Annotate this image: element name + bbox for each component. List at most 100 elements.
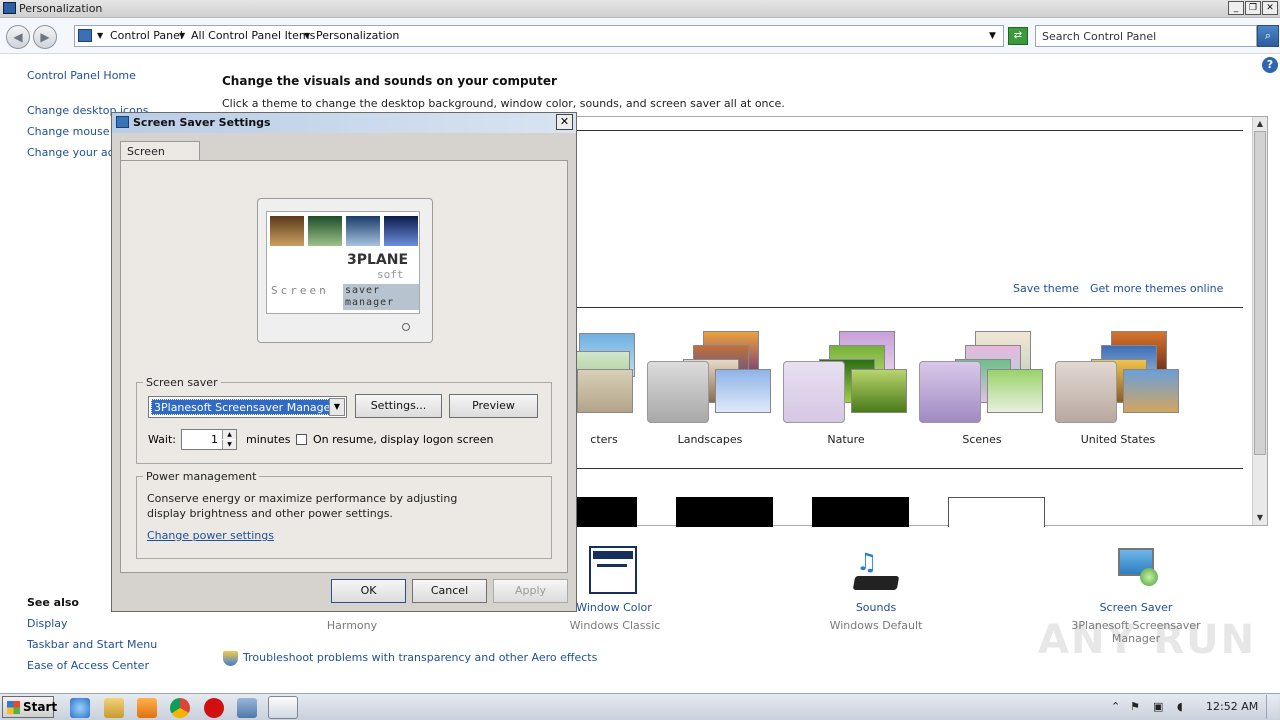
theme-preview-basic[interactable] (577, 497, 637, 527)
breadcrumb-control-panel[interactable]: Control Panel (110, 29, 183, 42)
show-desktop-button[interactable] (1266, 695, 1278, 719)
screen-saver-icon[interactable] (1114, 546, 1164, 596)
window-color-icon[interactable] (589, 546, 637, 594)
breadcrumb-personalization[interactable]: Personalization (316, 29, 399, 42)
screen-saver-select-value: 3Planesoft Screensaver Manager (151, 399, 338, 415)
chrome-icon[interactable] (170, 698, 190, 718)
divider (575, 468, 1243, 469)
sounds-icon[interactable]: ♫ (852, 548, 902, 598)
settings-button[interactable]: Settings... (355, 394, 442, 418)
get-more-themes-link[interactable]: Get more themes online (1090, 282, 1223, 295)
preview-caption-right: saver manager (343, 284, 419, 310)
divider (575, 307, 1243, 308)
desktop-background-value[interactable]: Harmony (262, 619, 442, 632)
watermark: ANY RUN (1038, 617, 1257, 663)
search-icon[interactable]: ⌕ (1257, 25, 1279, 47)
preview-screen: 3PLANE soft Screen saver manager (266, 211, 420, 314)
back-button[interactable]: ◀ (6, 25, 30, 49)
theme-preview-basic[interactable] (812, 497, 909, 527)
forward-button[interactable]: ▶ (33, 25, 57, 49)
chevron-icon[interactable]: ▼ (304, 31, 310, 40)
show-hidden-icons[interactable]: ⌃ (1111, 700, 1120, 713)
window-color-value[interactable]: Windows Classic (525, 619, 705, 632)
spin-down-icon[interactable]: ▼ (222, 440, 236, 449)
see-also-ease-of-access[interactable]: Ease of Access Center (27, 659, 149, 672)
scroll-down-icon[interactable]: ▼ (1253, 511, 1267, 525)
screen-saver-group-label: Screen saver (143, 376, 221, 389)
preview-brand-sub: soft (377, 268, 404, 281)
theme-nature[interactable]: Nature (781, 329, 911, 459)
dialog-close-button[interactable]: ✕ (556, 114, 573, 130)
volume-icon[interactable]: ◖ (1177, 700, 1183, 713)
network-icon[interactable]: ▣ (1153, 700, 1163, 713)
cancel-button[interactable]: Cancel (412, 579, 487, 603)
monitor-power-icon (402, 323, 410, 331)
logon-checkbox-label[interactable]: On resume, display logon screen (313, 433, 493, 446)
start-label: Start (23, 700, 58, 714)
logon-checkbox[interactable] (296, 434, 307, 445)
chevron-icon[interactable]: ▼ (179, 31, 185, 40)
control-panel-icon (3, 2, 16, 14)
apply-button[interactable]: Apply (493, 579, 568, 603)
personalization-taskbar-button[interactable] (268, 696, 298, 719)
page-subtitle: Click a theme to change the desktop back… (222, 97, 785, 110)
sounds-value[interactable]: Windows Default (786, 619, 966, 632)
see-also-heading: See also (27, 596, 79, 609)
see-also-display[interactable]: Display (27, 617, 68, 630)
dialog-title-bar[interactable]: Screen Saver Settings ✕ (112, 113, 576, 133)
theme-scenes[interactable]: Scenes (917, 329, 1047, 459)
dropdown-arrow-icon[interactable]: ▼ (989, 31, 996, 41)
chevron-icon[interactable]: ▼ (97, 31, 103, 40)
folder-icon (78, 29, 92, 42)
scroll-thumb[interactable] (1254, 131, 1266, 455)
screen-saver-select[interactable]: 3Planesoft Screensaver Manager ▼ (148, 396, 347, 418)
screen-saver-icon (116, 116, 129, 128)
theme-united-states[interactable]: United States (1053, 329, 1183, 459)
preview-button[interactable]: Preview (449, 394, 538, 418)
action-center-flag-icon[interactable]: ⚑ (1130, 700, 1140, 713)
breadcrumb-all-items[interactable]: All Control Panel Items (191, 29, 315, 42)
theme-label: Nature (827, 433, 865, 446)
chevron-down-icon[interactable]: ▼ (329, 398, 345, 416)
troubleshoot-link[interactable]: Troubleshoot problems with transparency … (243, 651, 597, 664)
see-also-taskbar[interactable]: Taskbar and Start Menu (27, 638, 157, 651)
sidebar-home-link[interactable]: Control Panel Home (27, 69, 136, 82)
dialog-title: Screen Saver Settings (133, 116, 271, 129)
theme-landscapes[interactable]: Landscapes (645, 329, 775, 459)
page-title: Change the visuals and sounds on your co… (222, 74, 557, 88)
start-button[interactable]: Start (2, 696, 58, 718)
theme-label: Scenes (962, 433, 1002, 446)
tab-screen-saver[interactable]: Screen Saver (120, 141, 200, 171)
address-bar[interactable]: ▼ Control Panel ▼ All Control Panel Item… (74, 25, 1004, 47)
clock[interactable]: 12:52 AM (1206, 700, 1258, 713)
refresh-button[interactable]: ⇄ (1008, 27, 1028, 45)
close-button[interactable]: ✕ (1262, 1, 1278, 15)
tab-panel: 3PLANE soft Screen saver manager Screen … (120, 160, 568, 573)
spin-up-icon[interactable]: ▲ (222, 430, 236, 439)
change-power-settings-link[interactable]: Change power settings (147, 529, 274, 542)
internet-explorer-icon[interactable] (70, 698, 90, 718)
media-player-icon[interactable] (137, 698, 157, 718)
maximize-button[interactable]: ❐ (1245, 1, 1261, 15)
help-icon[interactable]: ? (1262, 57, 1278, 73)
ok-button[interactable]: OK (331, 579, 406, 603)
search-input[interactable]: Search Control Panel (1035, 25, 1257, 47)
file-explorer-icon[interactable] (104, 698, 124, 718)
window-title: Personalization (19, 2, 103, 15)
remote-desktop-icon[interactable] (237, 698, 257, 718)
theme-label: Landscapes (677, 433, 743, 446)
preview-caption-left: Screen (271, 284, 329, 297)
minimize-button[interactable]: _ (1228, 1, 1244, 15)
wait-stepper[interactable]: 1 ▲ ▼ (181, 429, 237, 450)
shield-icon (223, 651, 238, 666)
theme-preview-basic[interactable] (676, 497, 773, 527)
screen-saver-link[interactable]: Screen Saver (1056, 601, 1216, 614)
vertical-scrollbar[interactable]: ▲ ▼ (1252, 117, 1267, 525)
sounds-link[interactable]: Sounds (796, 601, 956, 614)
scroll-up-icon[interactable]: ▲ (1253, 117, 1267, 131)
monitor-preview: 3PLANE soft Screen saver manager (257, 198, 433, 343)
theme-preview-high-contrast[interactable] (948, 497, 1045, 527)
windows-logo-icon (7, 701, 20, 714)
opera-icon[interactable] (204, 698, 224, 718)
save-theme-link[interactable]: Save theme (1013, 282, 1079, 295)
